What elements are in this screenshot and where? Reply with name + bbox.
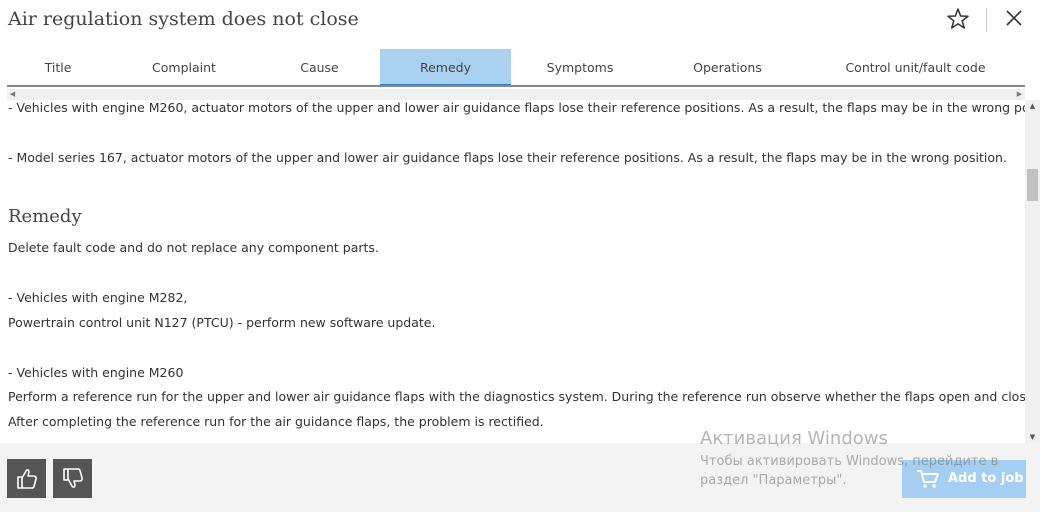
remedy-text-line: - Vehicles with engine M260 (8, 365, 184, 380)
tab-operations[interactable]: Operations (649, 49, 806, 85)
tab-control-unit-fault-code[interactable]: Control unit/fault code (806, 49, 1025, 85)
windows-activation-title: Активация Windows (700, 428, 888, 449)
page-title: Air regulation system does not close (8, 8, 359, 30)
tab-label: Complaint (152, 60, 216, 75)
scrollbar-thumb[interactable] (1027, 169, 1038, 201)
tab-remedy[interactable]: Remedy (380, 49, 511, 87)
favorite-button[interactable] (945, 6, 971, 32)
tab-symptoms[interactable]: Symptoms (511, 49, 649, 85)
tab-complaint[interactable]: Complaint (109, 49, 259, 85)
tab-cause[interactable]: Cause (259, 49, 380, 85)
cause-text-line: - Model series 167, actuator motors of t… (8, 150, 1007, 165)
scroll-up-arrow-icon[interactable]: ▲ (1025, 100, 1040, 112)
tab-label: Operations (693, 60, 762, 75)
tab-bar: Title Complaint Cause Remedy Symptoms Op… (7, 49, 1025, 87)
cause-text-line: - Vehicles with engine M260, actuator mo… (8, 100, 1025, 115)
remedy-text-line: After completing the reference run for t… (8, 414, 544, 429)
windows-activation-text: раздел "Параметры". (700, 473, 847, 488)
remedy-text-line: Delete fault code and do not replace any… (8, 240, 379, 255)
remedy-content: - Vehicles with engine M260, actuator mo… (0, 100, 1025, 442)
close-button[interactable] (1001, 6, 1027, 32)
scroll-down-arrow-icon[interactable]: ▼ (1025, 431, 1040, 443)
tab-bar-underline (7, 85, 1025, 87)
remedy-text-line: Powertrain control unit N127 (PTCU) - pe… (8, 315, 436, 330)
tab-label: Symptoms (546, 60, 614, 75)
close-icon (1006, 10, 1022, 26)
remedy-text-line: Perform a reference run for the upper an… (8, 389, 1025, 404)
tab-label: Cause (300, 60, 339, 75)
scroll-right-arrow-icon[interactable]: ▶ (1014, 89, 1025, 100)
star-icon (947, 8, 969, 29)
tab-label: Remedy (419, 60, 471, 75)
remedy-heading: Remedy (8, 206, 82, 227)
tab-label: Title (44, 60, 72, 75)
dialog-header: Air regulation system does not close (0, 0, 1040, 44)
scroll-left-arrow-icon[interactable]: ◀ (7, 89, 18, 100)
thumbs-down-button[interactable] (53, 459, 92, 498)
tab-label: Control unit/fault code (845, 60, 986, 75)
thumbs-up-icon (17, 469, 37, 489)
header-divider (986, 8, 987, 32)
tab-title[interactable]: Title (7, 49, 109, 85)
thumbs-up-button[interactable] (7, 459, 46, 498)
windows-activation-text: Чтобы активировать Windows, перейдите в (700, 454, 999, 469)
remedy-text-line: - Vehicles with engine M282, (8, 290, 188, 305)
cart-icon (917, 470, 939, 488)
add-to-job-label: Add to job (948, 471, 1024, 486)
vertical-scrollbar[interactable]: ▲ ▼ (1025, 100, 1040, 443)
thumbs-down-icon (63, 468, 83, 488)
horizontal-scrollbar[interactable]: ◀ ▶ (7, 89, 1025, 100)
